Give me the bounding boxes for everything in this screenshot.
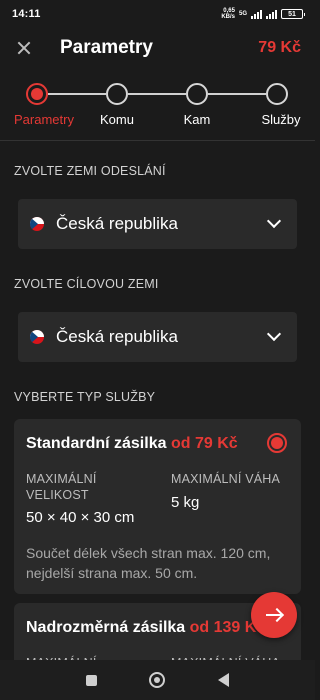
origin-country-value: Česká republika [56, 214, 178, 233]
service-description: Součet délek všech stran max. 120 cm, ne… [26, 545, 271, 581]
destination-country-label: ZVOLTE CÍLOVOU ZEMI [14, 277, 159, 291]
origin-country-select[interactable]: Česká republika [18, 199, 297, 249]
total-price: 79 Kč [258, 39, 301, 56]
signal-icon [251, 9, 262, 19]
divider [0, 140, 315, 141]
destination-country-value: Česká republika [56, 327, 178, 346]
step-connector [128, 93, 186, 95]
network-type: 5G [238, 11, 247, 17]
step-connector [48, 93, 106, 95]
chevron-down-icon [266, 326, 282, 342]
service-title: Nadrozměrná zásilka od 139 Kč [26, 619, 266, 636]
service-price: od 79 Kč [170, 435, 238, 452]
signal-icon-2 [266, 9, 277, 19]
step-parametry-dot[interactable] [26, 83, 48, 105]
service-title: Standardní zásilka od 79 Kč [26, 435, 238, 452]
top-bar: Parametry 79 Kč [0, 28, 315, 68]
step-sluzby-dot[interactable] [266, 83, 288, 105]
page-title: Parametry [60, 37, 153, 58]
radio-selected-icon[interactable] [267, 433, 287, 453]
status-bar: 14:11 0,65 KB/s 5G 51 [0, 0, 315, 28]
max-size-block: MAXIMÁLNÍ VELIKOST 50 × 40 × 30 cm [26, 471, 146, 526]
recents-icon[interactable] [86, 674, 98, 686]
service-type-label: VYBERTE TYP SLUŽBY [14, 390, 156, 404]
step-komu-dot[interactable] [106, 83, 128, 105]
system-nav-bar [0, 660, 315, 700]
step-connector [208, 93, 266, 95]
service-card-standard[interactable]: Standardní zásilka od 79 Kč MAXIMÁLNÍ VE… [14, 419, 301, 594]
max-weight-label: MAXIMÁLNÍ VÁHA [171, 472, 281, 486]
max-weight-value: 5 kg [171, 494, 200, 511]
step-kam-dot[interactable] [186, 83, 208, 105]
origin-country-label: ZVOLTE ZEMI ODESLÁNÍ [14, 164, 166, 178]
battery-icon: 51 [281, 9, 305, 19]
next-button[interactable] [251, 592, 297, 638]
max-size-value: 50 × 40 × 30 cm [26, 509, 135, 526]
max-size-label: MAXIMÁLNÍ VELIKOST [26, 472, 97, 502]
home-icon[interactable] [149, 672, 166, 688]
step-sluzby-label[interactable]: Služby [261, 112, 300, 127]
close-icon[interactable] [14, 38, 34, 58]
czech-flag-icon [30, 330, 44, 344]
network-speed: 0,65 KB/s [221, 8, 235, 20]
step-komu-label[interactable]: Komu [100, 112, 134, 127]
czech-flag-icon [30, 217, 44, 231]
step-kam-label[interactable]: Kam [184, 112, 211, 127]
back-icon[interactable] [217, 673, 229, 687]
destination-country-select[interactable]: Česká republika [18, 312, 297, 362]
status-time: 14:11 [12, 8, 41, 20]
chevron-down-icon [266, 213, 282, 229]
progress-stepper: Parametry Komu Kam Služby [0, 80, 315, 130]
arrow-right-icon [266, 608, 282, 622]
max-weight-block: MAXIMÁLNÍ VÁHA 5 kg [171, 471, 296, 511]
status-icons: 0,65 KB/s 5G 51 [221, 8, 305, 20]
step-parametry-label[interactable]: Parametry [14, 112, 74, 127]
